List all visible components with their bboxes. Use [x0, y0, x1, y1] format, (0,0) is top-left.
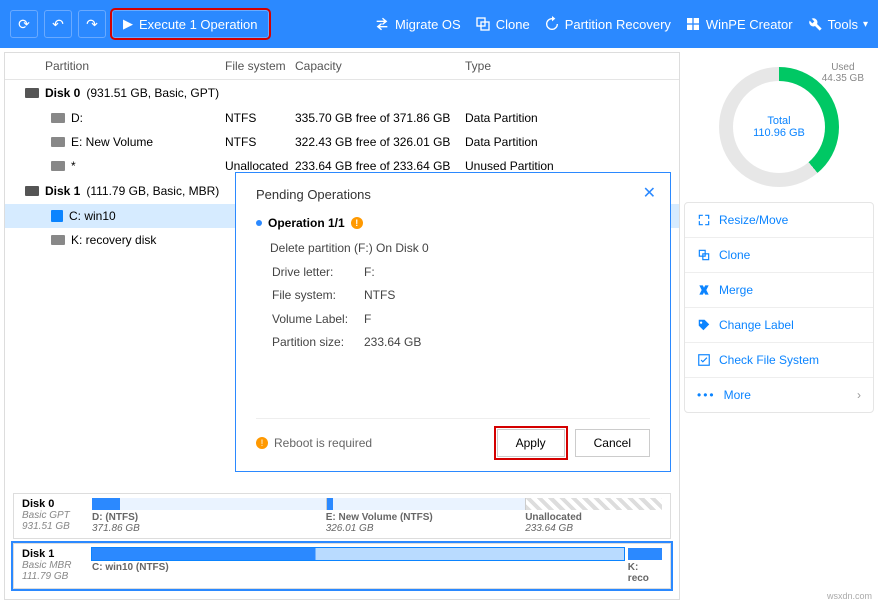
check-icon [697, 353, 711, 367]
table-header: Partition File system Capacity Type [5, 53, 679, 80]
hdr-cap: Capacity [295, 59, 465, 73]
tools-dropdown[interactable]: Tools ▾ [807, 16, 868, 32]
reboot-required-notice: ! Reboot is required [256, 436, 372, 450]
warning-icon: ! [256, 437, 268, 449]
disk-segment[interactable] [92, 498, 326, 510]
winpe-creator-button[interactable]: WinPE Creator [685, 16, 793, 32]
play-icon: ▶ [123, 16, 133, 32]
partition-icon [51, 137, 65, 147]
merge-icon [697, 283, 711, 297]
partition-icon [51, 210, 63, 222]
operation-header: Operation 1/1 ! [256, 216, 650, 230]
execute-button[interactable]: ▶ Execute 1 Operation [112, 10, 269, 38]
disk-map-block-selected: Disk 1 Basic MBR 111.79 GB C: win10 (NTF… [13, 543, 671, 589]
clone-icon [697, 248, 711, 262]
winpe-icon [685, 16, 701, 32]
bullet-icon [256, 220, 262, 226]
disk-segment[interactable] [326, 498, 526, 510]
disk-icon [25, 88, 39, 98]
disk-name: Disk 1 [45, 184, 80, 198]
resize-icon [697, 213, 711, 227]
top-toolbar: ⟳ ↶ ↷ ▶ Execute 1 Operation Migrate OS C… [0, 0, 878, 48]
disk-map-section: Disk 0 Basic GPT 931.51 GB D: (NTFS)371.… [5, 492, 679, 599]
resize-move-action[interactable]: Resize/Move [685, 203, 873, 238]
execute-label: Execute 1 Operation [139, 17, 258, 32]
pending-operations-modal: Pending Operations ✕ Operation 1/1 ! Del… [235, 172, 671, 472]
redo-button[interactable]: ↷ [78, 10, 106, 38]
disk-map-name: Disk 0 [22, 498, 82, 510]
disk-segment-selected[interactable] [92, 548, 624, 560]
clone-button[interactable]: Clone [475, 16, 530, 32]
chevron-right-icon: › [857, 388, 861, 402]
disk-segment[interactable] [525, 498, 662, 510]
label-icon [697, 318, 711, 332]
disk-map-block: Disk 0 Basic GPT 931.51 GB D: (NTFS)371.… [13, 493, 671, 539]
donut-used-label: Used 44.35 GB [822, 62, 864, 84]
refresh-button[interactable]: ⟳ [10, 10, 38, 38]
source-watermark: wsxdn.com [827, 591, 872, 601]
change-label-action[interactable]: Change Label [685, 308, 873, 343]
hdr-type: Type [465, 59, 605, 73]
wrench-icon [807, 16, 823, 32]
partition-recovery-button[interactable]: Partition Recovery [544, 16, 671, 32]
partition-icon [51, 113, 65, 123]
chevron-down-icon: ▾ [863, 19, 868, 30]
operation-details: Delete partition (F:) On Disk 0 Drive le… [256, 238, 650, 356]
clone-action[interactable]: Clone [685, 238, 873, 273]
modal-title: Pending Operations [256, 187, 650, 202]
check-fs-action[interactable]: Check File System [685, 343, 873, 378]
hdr-partition: Partition [5, 59, 225, 73]
disk-icon [25, 186, 39, 196]
right-sidebar: Used 44.35 GB Total 110.96 GB Resize/Mov… [684, 52, 874, 600]
warning-icon: ! [351, 217, 363, 229]
more-icon: ••• [697, 388, 716, 402]
recovery-icon [544, 16, 560, 32]
disk-row[interactable]: Disk 0 (931.51 GB, Basic, GPT) [5, 80, 679, 106]
partition-row[interactable]: D: NTFS 335.70 GB free of 371.86 GB Data… [5, 106, 679, 130]
merge-action[interactable]: Merge [685, 273, 873, 308]
migrate-icon [374, 16, 390, 32]
cancel-button[interactable]: Cancel [575, 429, 650, 457]
disk-meta: (111.79 GB, Basic, MBR) [86, 184, 219, 198]
undo-button[interactable]: ↶ [44, 10, 72, 38]
partition-row[interactable]: E: New Volume NTFS 322.43 GB free of 326… [5, 130, 679, 154]
disk-map-name: Disk 1 [22, 548, 82, 560]
close-button[interactable]: ✕ [643, 183, 656, 203]
clone-icon [475, 16, 491, 32]
partition-icon [51, 235, 65, 245]
hdr-fs: File system [225, 59, 295, 73]
disk-segment[interactable] [628, 548, 662, 560]
disk-meta: (931.51 GB, Basic, GPT) [86, 86, 219, 100]
apply-button[interactable]: Apply [497, 429, 565, 457]
migrate-os-button[interactable]: Migrate OS [374, 16, 461, 32]
action-list: Resize/Move Clone Merge Change Label Che… [684, 202, 874, 413]
usage-donut-chart: Total 110.96 GB [719, 67, 839, 187]
disk-name: Disk 0 [45, 86, 80, 100]
partition-icon [51, 161, 65, 171]
more-action[interactable]: •••More› [685, 378, 873, 412]
